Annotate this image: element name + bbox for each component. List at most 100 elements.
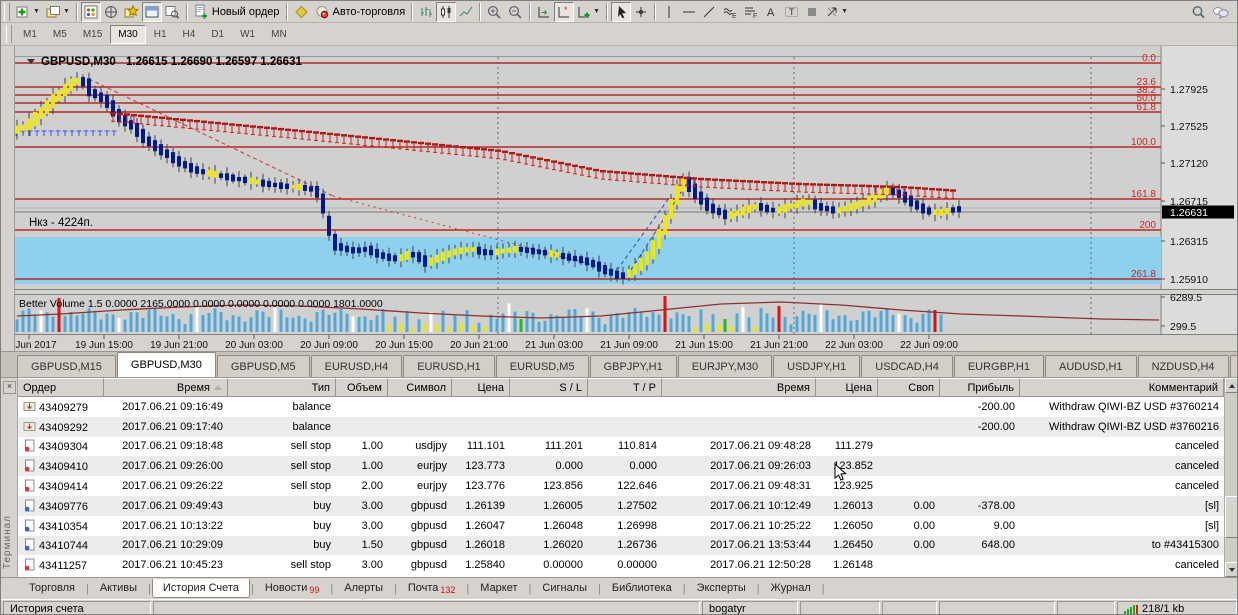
candlestick-chart-button[interactable]: [436, 2, 456, 22]
chart-tab-eurusd-m5[interactable]: EURUSD,M5: [496, 355, 589, 377]
column-header-sl[interactable]: S / L: [510, 378, 588, 397]
history-row-43409279[interactable]: 434092792017.06.21 09:16:49balance-200.0…: [18, 397, 1224, 417]
chart-tab-gbpusd-m30[interactable]: GBPUSD,M30: [117, 352, 216, 377]
chart-tab-eurusd-h1[interactable]: EURUSD,H1: [403, 355, 495, 377]
fibonacci-button[interactable]: F: [740, 2, 761, 22]
column-header-order[interactable]: Ордер: [18, 378, 104, 397]
terminal-tab-библиотека[interactable]: Библиотека: [602, 580, 682, 597]
terminal-tab-активы[interactable]: Активы: [90, 580, 147, 597]
timeframe-h1[interactable]: H1: [146, 25, 175, 44]
history-row-43409292[interactable]: 434092922017.06.21 09:17:40balance-200.0…: [18, 417, 1224, 437]
chat-button[interactable]: [1209, 2, 1233, 22]
history-row-43410354[interactable]: 434103542017.06.21 10:13:22buy3.00gbpusd…: [18, 516, 1224, 536]
arrows-button[interactable]: ▼: [822, 2, 851, 22]
column-header-price2[interactable]: Цена: [816, 378, 878, 397]
toolbar-drag-handle[interactable]: [4, 3, 10, 21]
chart-tab-gbpusd-m5[interactable]: GBPUSD,M5: [217, 355, 310, 377]
column-header-swap[interactable]: Своп: [878, 378, 940, 397]
data-window-button[interactable]: [101, 2, 121, 22]
column-header-price[interactable]: Цена: [452, 378, 510, 397]
history-row-43409410[interactable]: 434094102017.06.21 09:26:00sell stop1.00…: [18, 456, 1224, 476]
chart-tab-audusd-h1[interactable]: AUDUSD,H1: [1045, 355, 1137, 377]
zoom-out-button[interactable]: [505, 2, 526, 22]
search-button[interactable]: [1188, 2, 1209, 22]
terminal-tab-торговля[interactable]: Торговля: [19, 580, 85, 597]
chart-tab-xauusd-h1[interactable]: XAUUSD,H1: [1230, 355, 1238, 377]
timeframe-mn[interactable]: MN: [263, 25, 295, 44]
terminal-tab-маркет[interactable]: Маркет: [470, 580, 527, 597]
trendline-button[interactable]: [699, 2, 719, 22]
terminal-tab-алерты[interactable]: Алерты: [334, 580, 393, 597]
status-connection-cell[interactable]: 218/1 kb: [1117, 601, 1237, 615]
horizontal-line-button[interactable]: [679, 2, 699, 22]
terminal-tab-журнал[interactable]: Журнал: [761, 580, 821, 597]
terminal-button[interactable]: [142, 2, 162, 22]
scroll-up-button[interactable]: [1225, 378, 1238, 393]
column-header-tp[interactable]: T / P: [588, 378, 662, 397]
column-header-time2[interactable]: Время: [662, 378, 816, 397]
chart-tab-gbpjpy-h1[interactable]: GBPJPY,H1: [590, 355, 677, 377]
scrollbar-thumb[interactable]: [1225, 496, 1238, 538]
line-chart-button[interactable]: [456, 2, 476, 22]
terminal-tab-почта[interactable]: Почта132: [398, 580, 466, 598]
column-header-comment[interactable]: Комментарий: [1020, 378, 1224, 397]
timeframe-d1[interactable]: D1: [203, 25, 232, 44]
bar-chart-button[interactable]: [416, 2, 436, 22]
history-row-43411257[interactable]: 434112572017.06.21 10:45:23sell stop3.00…: [18, 555, 1224, 575]
terminal-tab-эксперты[interactable]: Эксперты: [687, 580, 756, 597]
column-header-symbol[interactable]: Символ: [388, 378, 452, 397]
chart-tab-eurjpy-m30[interactable]: EURJPY,M30: [678, 355, 772, 377]
elliott-waves-button[interactable]: E: [719, 2, 740, 22]
text-button[interactable]: A: [761, 2, 781, 22]
chart-window[interactable]: 0.023.638.250.061.8100.0161.8200261.8Нкз…: [1, 46, 1238, 351]
timeframe-w1[interactable]: W1: [232, 25, 263, 44]
text-label-button[interactable]: T: [781, 2, 802, 22]
chart-tab-eurusd-h4[interactable]: EURUSD,H4: [311, 355, 403, 377]
history-row-43410744[interactable]: 434107442017.06.21 10:29:09buy1.50gbpusd…: [18, 536, 1224, 556]
column-header-time[interactable]: Время: [104, 378, 228, 397]
crosshair-button[interactable]: [631, 2, 651, 22]
column-header-type[interactable]: Тип: [228, 378, 336, 397]
chart-tab-nzdusd-h4[interactable]: NZDUSD,H4: [1138, 355, 1229, 377]
zoom-in-button[interactable]: [484, 2, 505, 22]
chart-tab-usdjpy-h1[interactable]: USDJPY,H1: [773, 355, 860, 377]
column-header-profit[interactable]: Прибыль: [940, 378, 1020, 397]
scroll-down-button[interactable]: [1225, 562, 1238, 577]
new-order-button[interactable]: Новый ордер: [191, 2, 283, 22]
toolbar-drag-handle[interactable]: [6, 25, 12, 43]
navigator-button[interactable]: [121, 2, 142, 22]
chart-tab-usdcad-h4[interactable]: USDCAD,H4: [861, 355, 953, 377]
timeframe-m1[interactable]: M1: [15, 25, 45, 44]
market-watch-button[interactable]: [81, 2, 101, 22]
timeframe-h4[interactable]: H4: [175, 25, 204, 44]
chart-tab-eurgbp-h1[interactable]: EURGBP,H1: [954, 355, 1044, 377]
new-chart-button[interactable]: ▼: [13, 2, 43, 22]
cell-type: sell stop: [228, 559, 336, 571]
chart-tab-gbpusd-m15[interactable]: GBPUSD,M15: [17, 355, 116, 377]
price-chart[interactable]: 0.023.638.250.061.8100.0161.8200261.8Нкз…: [1, 46, 1238, 351]
timeframe-m5[interactable]: M5: [45, 25, 75, 44]
timeframe-m15[interactable]: M15: [75, 25, 110, 44]
metaquotes-button[interactable]: [291, 2, 312, 22]
shapes-button[interactable]: [802, 2, 822, 22]
status-empty-cell: [882, 601, 937, 615]
cursor-button[interactable]: [611, 2, 631, 22]
column-header-volume[interactable]: Объем: [336, 378, 388, 397]
close-icon[interactable]: ×: [3, 381, 16, 394]
profiles-button[interactable]: ▼: [43, 2, 73, 22]
history-row-43409414[interactable]: 434094142017.06.21 09:26:22sell stop2.00…: [18, 476, 1224, 496]
terminal-tab-история-счета[interactable]: История Счета: [152, 579, 250, 598]
table-scrollbar[interactable]: [1224, 378, 1238, 577]
auto-scroll-button[interactable]: [534, 2, 554, 22]
history-row-43409304[interactable]: 434093042017.06.21 09:18:48sell stop1.00…: [18, 437, 1224, 457]
auto-trading-button[interactable]: Авто-торговля: [312, 2, 409, 22]
indicators-button[interactable]: ▼: [574, 2, 603, 22]
vertical-line-button[interactable]: [659, 2, 679, 22]
timeframe-m30[interactable]: M30: [110, 25, 145, 44]
chart-shift-button[interactable]: *: [554, 2, 574, 22]
cell-price: 123.776: [452, 480, 510, 492]
terminal-tab-новости[interactable]: Новости99: [255, 580, 330, 598]
history-row-43409776[interactable]: 434097762017.06.21 09:49:43buy3.00gbpusd…: [18, 496, 1224, 516]
strategy-tester-button[interactable]: [162, 2, 183, 22]
terminal-tab-сигналы[interactable]: Сигналы: [532, 580, 597, 597]
